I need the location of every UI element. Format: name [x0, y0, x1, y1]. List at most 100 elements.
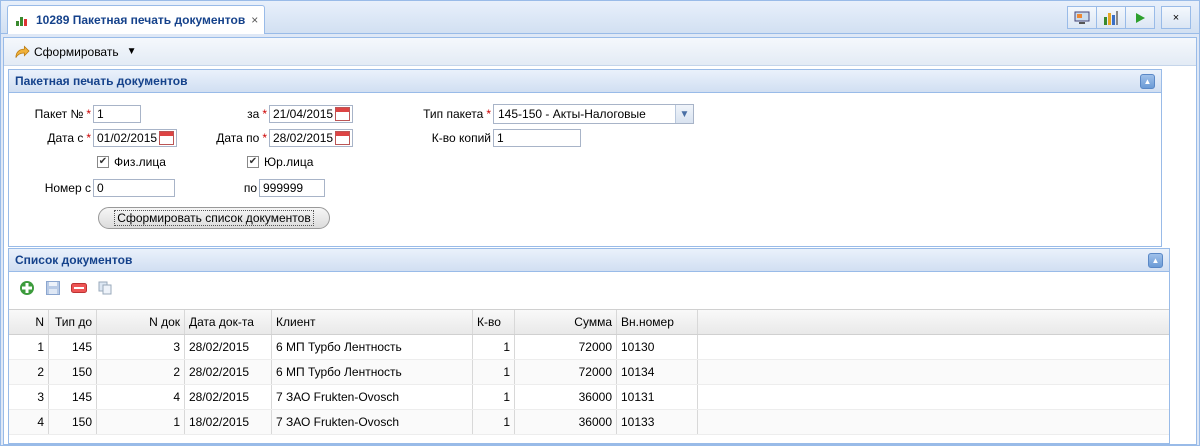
- grid-body: 1 145 3 28/02/2015 6 МП Турбо Лентность 1 7200…: [9, 335, 1169, 435]
- tab-batch-print[interactable]: 10289 Пакетная печать документов ×: [7, 5, 265, 34]
- run-icon[interactable]: [1125, 6, 1155, 29]
- chart-icon: [16, 14, 30, 26]
- content-area: Сформировать ▼ Пакетная печать документо…: [3, 37, 1197, 445]
- date-to-field[interactable]: 28/02/2015: [269, 129, 353, 147]
- column-header[interactable]: N док: [97, 310, 185, 334]
- form-button-label: Сформировать: [34, 44, 119, 59]
- table-cell: 2: [9, 360, 49, 384]
- add-icon[interactable]: [19, 280, 35, 296]
- table-cell: 1: [473, 360, 515, 384]
- report-chart-icon[interactable]: [1096, 6, 1126, 29]
- date-from-field[interactable]: 01/02/2015: [93, 129, 177, 147]
- packet-no-input[interactable]: [93, 105, 141, 123]
- calendar-icon[interactable]: [159, 131, 174, 145]
- yur-checkbox[interactable]: ✔ Юр.лица: [247, 155, 313, 169]
- table-cell: 150: [49, 360, 97, 384]
- table-cell: 6 МП Турбо Лентность: [272, 335, 473, 359]
- table-cell: 7 ЗАО Frukten-Ovosch: [272, 385, 473, 409]
- copies-input[interactable]: [493, 129, 581, 147]
- date-from-label: Дата с *: [47, 131, 91, 145]
- table-cell: 145: [49, 385, 97, 409]
- table-row[interactable]: 2 150 2 28/02/2015 6 МП Турбо Лентность 1 7200…: [9, 360, 1169, 385]
- tab-title: 10289 Пакетная печать документов: [36, 13, 246, 27]
- tab-strip: 10289 Пакетная печать документов × ×: [1, 1, 1199, 34]
- grid-toolbar: [9, 273, 1169, 303]
- copy-icon[interactable]: [97, 280, 113, 296]
- column-header[interactable]: N: [9, 310, 49, 334]
- checkbox-icon[interactable]: ✔: [97, 156, 109, 168]
- table-cell: 28/02/2015: [185, 360, 272, 384]
- table-cell: 28/02/2015: [185, 335, 272, 359]
- date-to-label: Дата по *: [216, 131, 267, 145]
- delete-icon[interactable]: [71, 280, 87, 296]
- table-cell: 36000: [515, 410, 617, 434]
- column-header[interactable]: Дата док-та: [185, 310, 272, 334]
- save-icon[interactable]: [45, 280, 61, 296]
- form-dropdown-button[interactable]: Сформировать ▼: [14, 45, 137, 59]
- table-cell: 3: [97, 335, 185, 359]
- table-cell: 10131: [617, 385, 698, 409]
- num-to-input[interactable]: [259, 179, 325, 197]
- table-cell: 72000: [515, 360, 617, 384]
- table-row[interactable]: 1 145 3 28/02/2015 6 МП Турбо Лентность 1 7200…: [9, 335, 1169, 360]
- screen-icon[interactable]: [1067, 6, 1097, 29]
- table-row[interactable]: 4 150 1 18/02/2015 7 ЗАО Frukten-Ovosch 1 3600…: [9, 410, 1169, 435]
- checkbox-icon[interactable]: ✔: [247, 156, 259, 168]
- tip-label: Тип пакета *: [423, 107, 491, 121]
- fiz-checkbox[interactable]: ✔ Физ.лица: [97, 155, 166, 169]
- column-header[interactable]: Сумма: [515, 310, 617, 334]
- table-cell: 6 МП Турбо Лентность: [272, 360, 473, 384]
- panel-batch-print: Пакетная печать документов ▲ Пакет №* за…: [8, 69, 1162, 247]
- tab-close-icon[interactable]: ×: [251, 13, 258, 27]
- panel-header: Список документов ▲: [9, 249, 1169, 272]
- column-header[interactable]: Вн.номер: [617, 310, 698, 334]
- panel-title: Список документов: [15, 253, 133, 267]
- window-tools: ×: [1067, 6, 1191, 29]
- forward-arrow-icon: [15, 44, 30, 58]
- collapse-icon[interactable]: ▲: [1140, 74, 1155, 89]
- app-window: 10289 Пакетная печать документов × × Сфо…: [0, 0, 1200, 446]
- table-cell: 4: [9, 410, 49, 434]
- tip-select[interactable]: 145-150 - Акты-Налоговые ▼: [493, 104, 694, 124]
- table-cell: 10130: [617, 335, 698, 359]
- table-cell: 7 ЗАО Frukten-Ovosch: [272, 410, 473, 434]
- calendar-icon[interactable]: [335, 107, 350, 121]
- num-from-input[interactable]: [93, 179, 175, 197]
- packet-no-label: Пакет № *: [34, 107, 91, 121]
- panel-header: Пакетная печать документов ▲: [9, 70, 1161, 93]
- table-cell: 3: [9, 385, 49, 409]
- table-cell: 1: [9, 335, 49, 359]
- table-cell: 150: [49, 410, 97, 434]
- table-cell: 28/02/2015: [185, 385, 272, 409]
- table-cell: 2: [97, 360, 185, 384]
- num-from-label: Номер с: [44, 181, 91, 195]
- table-cell: 18/02/2015: [185, 410, 272, 434]
- calendar-icon[interactable]: [335, 131, 350, 145]
- za-date-field[interactable]: 21/04/2015: [269, 105, 353, 123]
- column-header[interactable]: Клиент: [272, 310, 473, 334]
- table-cell: 72000: [515, 335, 617, 359]
- table-cell: 1: [473, 385, 515, 409]
- column-header[interactable]: Тип до: [49, 310, 97, 334]
- table-cell: 10133: [617, 410, 698, 434]
- table-cell: 10134: [617, 360, 698, 384]
- window-close-icon[interactable]: ×: [1161, 6, 1191, 29]
- table-cell: 1: [473, 410, 515, 434]
- num-to-label: по: [243, 181, 257, 195]
- documents-grid: N Тип до N док Дата док-та Клиент К-во Сумма Вн…: [9, 309, 1169, 435]
- collapse-icon[interactable]: ▲: [1148, 253, 1163, 268]
- build-list-button[interactable]: Сформировать список документов: [98, 207, 330, 229]
- caret-down-icon: ▼: [126, 46, 137, 57]
- table-cell: 1: [473, 335, 515, 359]
- panel-document-list: Список документов ▲ N Тип до N док Дата док: [8, 248, 1170, 444]
- copies-label: К-во копий: [431, 131, 491, 145]
- grid-header: N Тип до N док Дата док-та Клиент К-во Сумма Вн…: [9, 309, 1169, 335]
- table-cell: 1: [97, 410, 185, 434]
- za-label: за *: [247, 107, 267, 121]
- table-cell: 4: [97, 385, 185, 409]
- chevron-down-icon[interactable]: ▼: [675, 105, 693, 123]
- table-cell: 36000: [515, 385, 617, 409]
- table-row[interactable]: 3 145 4 28/02/2015 7 ЗАО Frukten-Ovosch 1 3600…: [9, 385, 1169, 410]
- column-header[interactable]: К-во: [473, 310, 515, 334]
- main-toolbar: Сформировать ▼: [4, 38, 1196, 66]
